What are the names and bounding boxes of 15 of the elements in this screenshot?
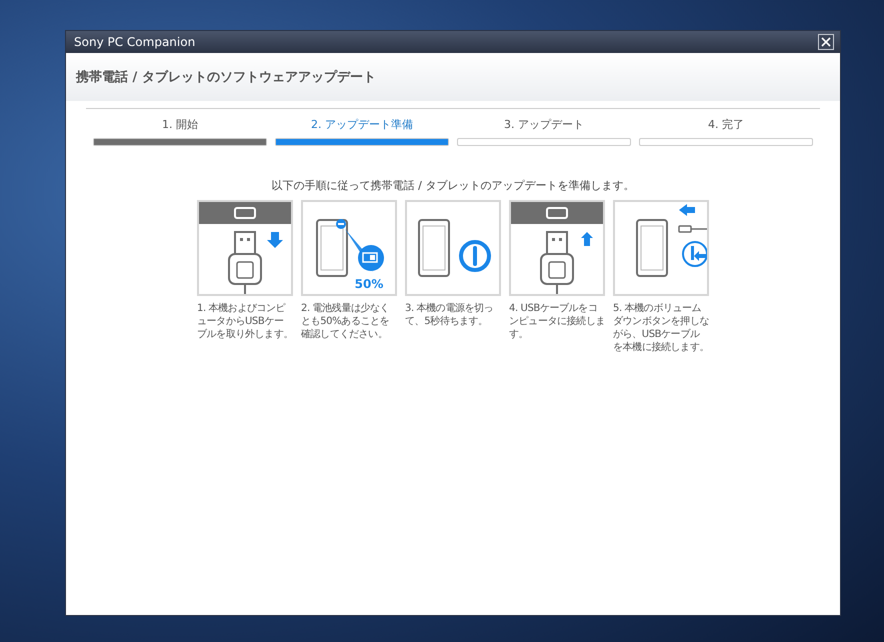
step-caption: 2. 電池残量は少なくとも50%あることを確認してください。 [301, 302, 390, 341]
step-caption: 3. 本機の電源を切って、5秒待ちます。 [405, 302, 494, 328]
step-label: 1. 開始 [162, 117, 198, 132]
window-title: Sony PC Companion [74, 35, 196, 49]
step-label: 2. アップデート準備 [311, 117, 413, 132]
step-caption: 1. 本機およびコンピュータからUSBケーブルを取り外します。 [197, 302, 293, 341]
step-label: 3. アップデート [504, 117, 584, 132]
step-caption: 5. 本機のボリュームダウンボタンを押しながら、USBケーブルを本機に接続します。 [613, 302, 709, 354]
step-label: 4. 完了 [708, 117, 744, 132]
close-icon [820, 36, 832, 48]
instruction-text: 以下の手順に従って携帯電話 / タブレットのアップデートを準備します。 [270, 178, 636, 193]
page-heading: 携帯電話 / タブレットのソフトウェアアップデート [76, 68, 376, 86]
close-button[interactable] [818, 34, 834, 50]
battery-percent: 50% [354, 277, 384, 291]
step-caption: 4. USBケーブルをコンピュータに接続します。 [509, 302, 605, 341]
